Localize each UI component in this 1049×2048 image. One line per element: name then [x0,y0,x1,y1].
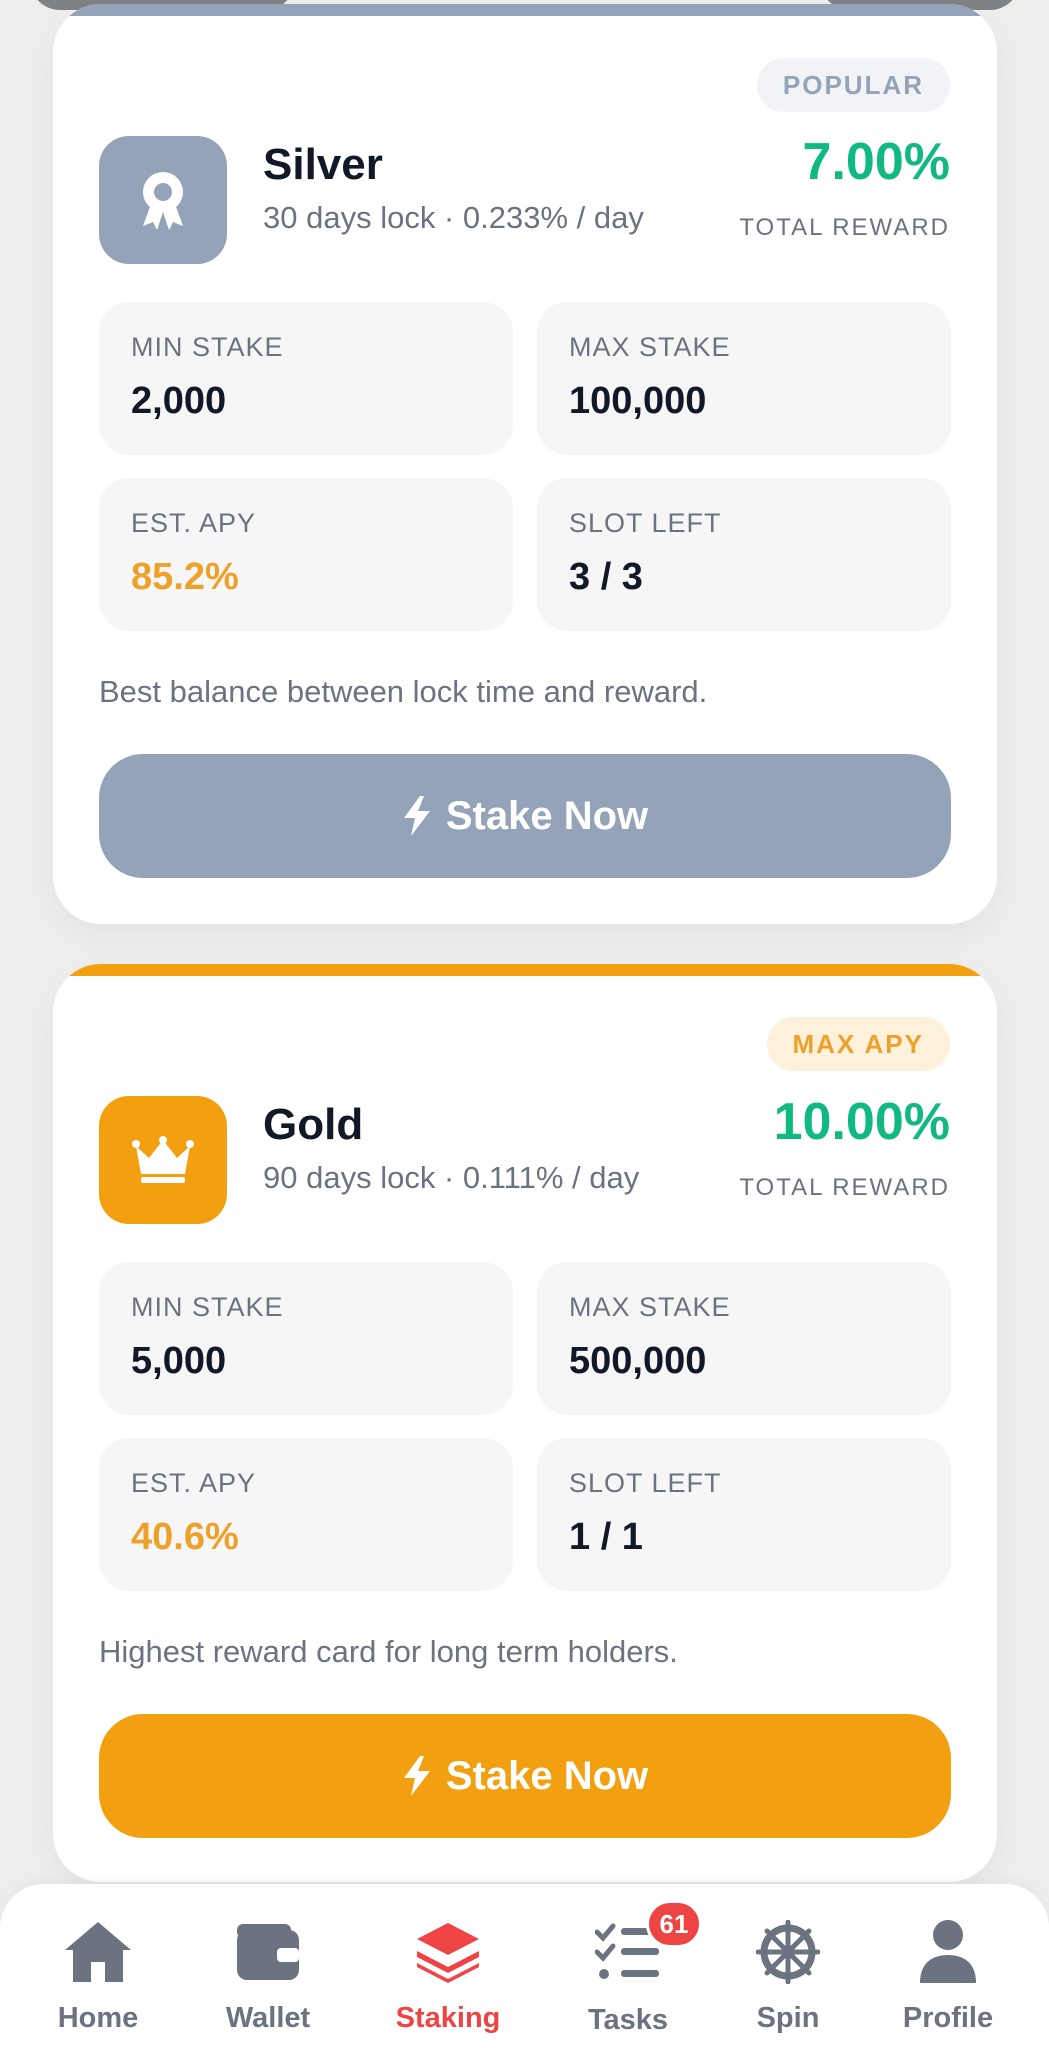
est-apy-box: EST. APY 85.2% [99,478,513,631]
home-icon [60,1914,136,1990]
min-stake-box: MIN STAKE 5,000 [99,1262,513,1415]
min-stake-label: MIN STAKE [131,332,284,362]
wallet-icon [230,1914,306,1990]
max-stake-label: MAX STAKE [569,1292,731,1322]
card-accent-bar [53,4,997,16]
stake-now-label: Stake Now [445,1753,649,1798]
status-badge: MAX APY [766,1017,950,1071]
total-reward-value: 10.00% [773,1093,950,1151]
total-reward-label: TOTAL REWARD [739,1174,950,1201]
card-accent-bar [53,964,997,976]
staking-card-gold: MAX APY Gold 90 days lock · 0.111% / day… [53,964,997,1882]
slot-left-box: SLOT LEFT 1 / 1 [537,1438,951,1591]
min-stake-value: 5,000 [131,1340,227,1382]
tier-subtitle: 30 days lock · 0.233% / day [263,200,644,235]
slot-left-box: SLOT LEFT 3 / 3 [537,478,951,631]
tasks-count-badge: 61 [646,1900,702,1948]
status-badge: POPULAR [756,58,950,112]
nav-item-tasks[interactable]: 61 Tasks [587,1884,702,2048]
max-stake-box: MAX STAKE 500,000 [537,1262,951,1415]
min-stake-box: MIN STAKE 2,000 [99,302,513,455]
award-icon [99,136,227,264]
total-reward-value: 7.00% [802,133,950,191]
est-apy-box: EST. APY 40.6% [99,1438,513,1591]
tier-name: Gold [263,1100,364,1149]
min-stake-value: 2,000 [131,380,227,422]
wheel-icon [750,1914,826,1990]
nav-label-staking: Staking [395,2002,501,2034]
card-description: Highest reward card for long term holder… [99,1634,678,1669]
stake-now-button[interactable]: Stake Now [99,1714,951,1838]
staking-card-silver: POPULAR Silver 30 days lock · 0.233% / d… [53,4,997,924]
max-stake-value: 100,000 [569,380,707,422]
crown-icon [99,1096,227,1224]
tier-subtitle: 90 days lock · 0.111% / day [263,1160,640,1195]
bolt-icon [403,796,430,836]
total-reward-label: TOTAL REWARD [739,214,950,241]
nav-label-wallet: Wallet [225,2002,311,2034]
max-stake-box: MAX STAKE 100,000 [537,302,951,455]
est-apy-label: EST. APY [131,1468,257,1498]
nav-item-staking[interactable]: Staking [396,1884,500,2048]
est-apy-label: EST. APY [131,508,257,538]
nav-label-profile: Profile [902,2002,994,2034]
tier-name: Silver [263,140,383,189]
card-description: Best balance between lock time and rewar… [99,674,708,709]
max-stake-label: MAX STAKE [569,332,731,362]
nav-item-profile[interactable]: Profile [903,1884,993,2048]
user-icon [910,1914,986,1990]
nav-item-wallet[interactable]: Wallet [225,1884,311,2048]
est-apy-value: 85.2% [131,556,239,598]
slot-left-label: SLOT LEFT [569,508,722,538]
nav-label-spin: Spin [756,2002,820,2034]
min-stake-label: MIN STAKE [131,1292,284,1322]
layers-icon [410,1914,486,1990]
nav-item-spin[interactable]: Spin [748,1884,828,2048]
stake-now-button[interactable]: Stake Now [99,754,951,878]
max-stake-value: 500,000 [569,1340,707,1382]
nav-label-home: Home [57,2002,139,2034]
est-apy-value: 40.6% [131,1516,239,1558]
slot-left-value: 3 / 3 [569,556,643,598]
stake-now-label: Stake Now [445,793,649,838]
nav-label-tasks: Tasks [587,2004,669,2036]
nav-item-home[interactable]: Home [58,1884,138,2048]
bottom-nav: Home Wallet Staking 61 Tasks Spin Profil… [0,1884,1049,2048]
slot-left-label: SLOT LEFT [569,1468,722,1498]
bolt-icon [403,1756,430,1796]
slot-left-value: 1 / 1 [569,1516,643,1558]
